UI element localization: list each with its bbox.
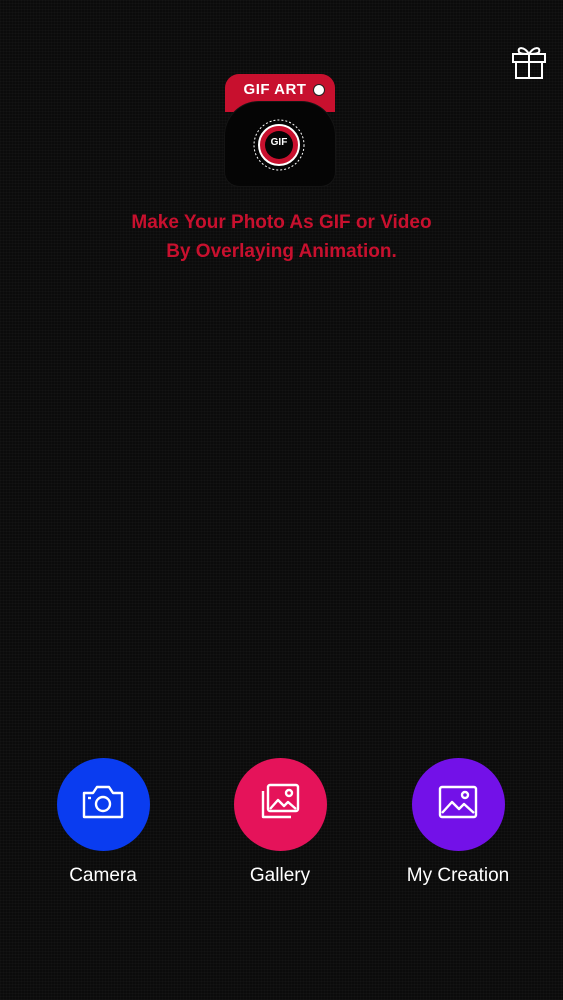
logo-title: GIF ART	[243, 81, 307, 98]
app-logo: GIF ART GIF	[225, 74, 335, 186]
gallery-icon	[257, 781, 303, 828]
logo-badge-text: GIF	[270, 137, 288, 148]
my-creation-action[interactable]: My Creation	[388, 758, 528, 887]
image-icon	[436, 783, 480, 826]
my-creation-label: My Creation	[406, 865, 510, 886]
camera-icon	[80, 782, 126, 827]
tagline: Make Your Photo As GIF or Video By Overl…	[0, 208, 563, 266]
gallery-label: Gallery	[249, 865, 311, 886]
camera-action[interactable]: Camera	[33, 758, 173, 887]
camera-button[interactable]	[56, 758, 150, 851]
camera-label: Camera	[69, 865, 137, 886]
gallery-action[interactable]: Gallery	[210, 758, 350, 887]
tagline-line-1: Make Your Photo As GIF or Video	[131, 212, 432, 233]
logo-dot	[313, 84, 325, 96]
tagline-line-2: By Overlaying Animation.	[166, 241, 397, 262]
gif-badge-icon: GIF	[252, 118, 306, 172]
gallery-button[interactable]	[233, 758, 327, 851]
my-creation-button[interactable]	[411, 758, 505, 851]
gift-icon[interactable]	[510, 42, 548, 80]
